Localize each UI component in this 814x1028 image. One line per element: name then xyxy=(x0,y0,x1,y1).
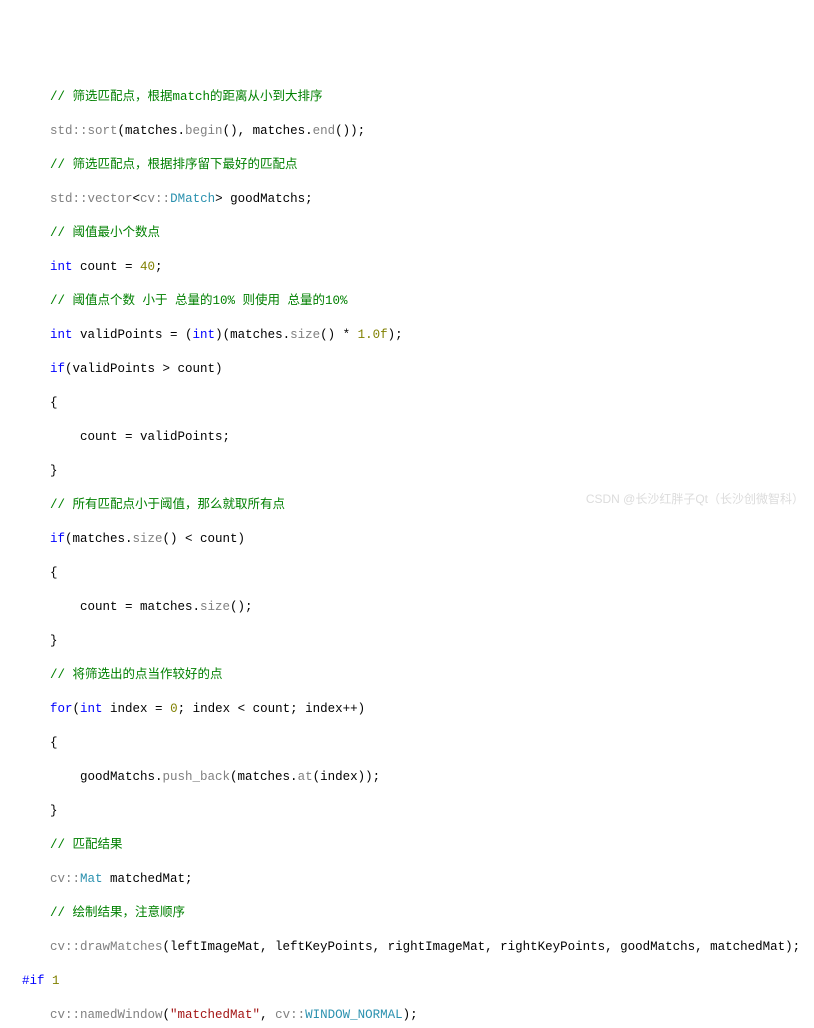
code-line: // 将筛选出的点当作较好的点 xyxy=(22,667,814,684)
code-line: if(validPoints > count) xyxy=(22,361,814,378)
code-line: int validPoints = (int)(matches.size() *… xyxy=(22,327,814,344)
code-line: cv::namedWindow("matchedMat", cv::WINDOW… xyxy=(22,1007,814,1024)
code-line: { xyxy=(22,565,814,582)
watermark: CSDN @长沙红胖子Qt（长沙创微智科） xyxy=(586,491,804,508)
code-line: std::sort(matches.begin(), matches.end()… xyxy=(22,123,814,140)
code-line: } xyxy=(22,803,814,820)
code-line: } xyxy=(22,633,814,650)
comment: // 阈值最小个数点 xyxy=(50,226,160,240)
comment: // 绘制结果，注意顺序 xyxy=(50,906,185,920)
code-line: // 匹配结果 xyxy=(22,837,814,854)
code-line: { xyxy=(22,735,814,752)
code-line: if(matches.size() < count) xyxy=(22,531,814,548)
code-line: // 阈值点个数 小于 总量的10% 则使用 总量的10% xyxy=(22,293,814,310)
code-line: #if 1 xyxy=(22,973,814,990)
code-line: // 筛选匹配点，根据match的距离从小到大排序 xyxy=(22,89,814,106)
code-line: count = matches.size(); xyxy=(22,599,814,616)
code-line: } xyxy=(22,463,814,480)
code-line: std::vector<cv::DMatch> goodMatchs; xyxy=(22,191,814,208)
comment: // 筛选匹配点，根据排序留下最好的匹配点 xyxy=(50,158,298,172)
code-line: goodMatchs.push_back(matches.at(index)); xyxy=(22,769,814,786)
code-editor: // 筛选匹配点，根据match的距离从小到大排序 std::sort(matc… xyxy=(22,72,814,1028)
comment: // 阈值点个数 小于 总量的10% 则使用 总量的10% xyxy=(50,294,348,308)
code-line: cv::drawMatches(leftImageMat, leftKeyPoi… xyxy=(22,939,814,956)
code-line: for(int index = 0; index < count; index+… xyxy=(22,701,814,718)
code-line: int count = 40; xyxy=(22,259,814,276)
code-line: cv::Mat matchedMat; xyxy=(22,871,814,888)
comment: // 匹配结果 xyxy=(50,838,123,852)
comment: // 所有匹配点小于阈值，那么就取所有点 xyxy=(50,498,285,512)
code-line: // 阈值最小个数点 xyxy=(22,225,814,242)
code-line: { xyxy=(22,395,814,412)
code-line: count = validPoints; xyxy=(22,429,814,446)
comment: // 筛选匹配点，根据match的距离从小到大排序 xyxy=(50,90,323,104)
comment: // 将筛选出的点当作较好的点 xyxy=(50,668,223,682)
code-line: // 筛选匹配点，根据排序留下最好的匹配点 xyxy=(22,157,814,174)
code-line: // 绘制结果，注意顺序 xyxy=(22,905,814,922)
